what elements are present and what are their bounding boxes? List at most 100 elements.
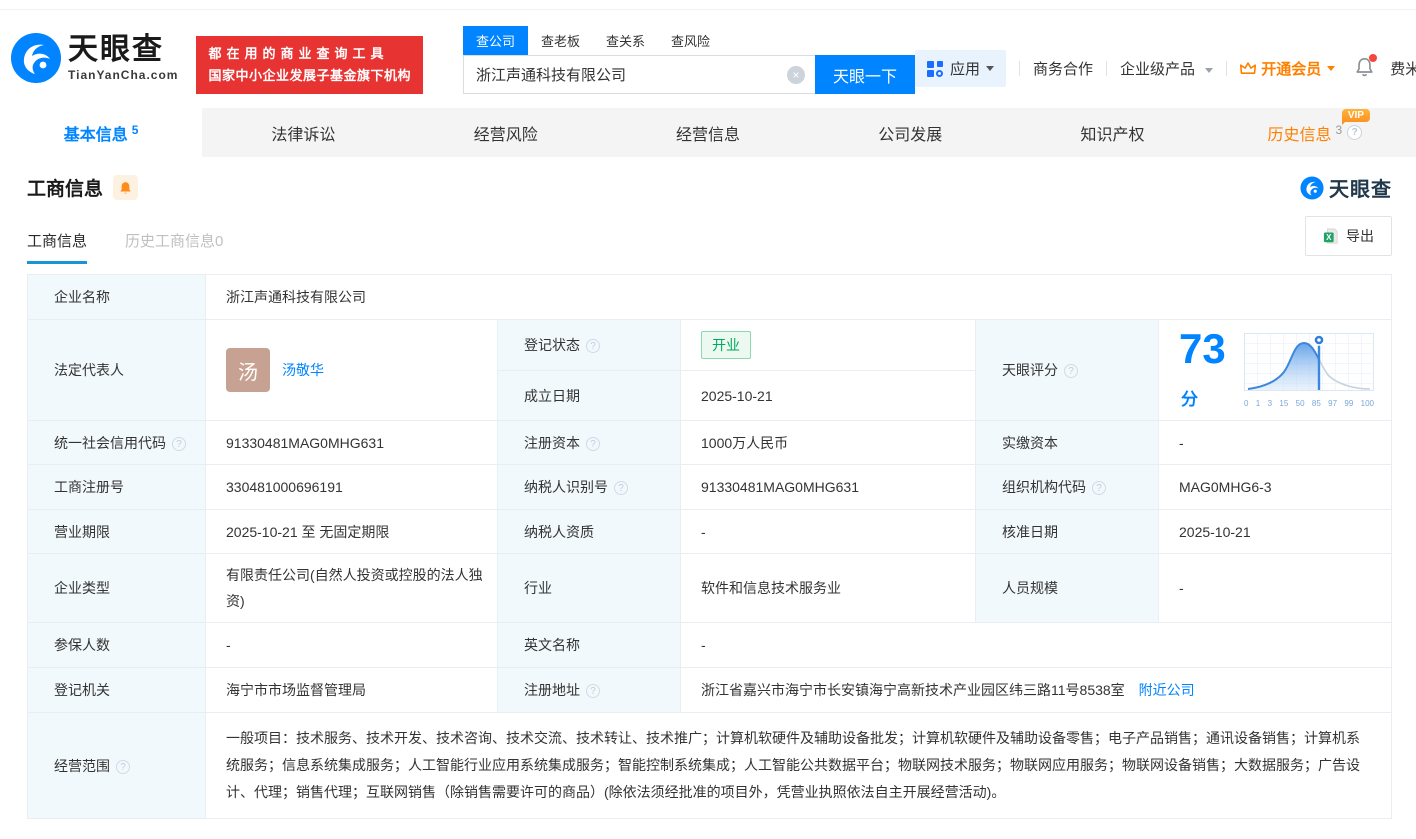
bell-icon	[119, 181, 132, 195]
help-icon[interactable]: ?	[614, 481, 628, 495]
subtab-business-info[interactable]: 工商信息	[27, 230, 87, 264]
tab-company-development[interactable]: 公司发展	[809, 108, 1011, 157]
field-label-text: 注册资本	[524, 435, 580, 451]
svg-text:X: X	[1326, 233, 1332, 242]
field-label-taxpayer-id: 纳税人识别号?	[498, 465, 681, 510]
field-label-text: 注册地址	[524, 682, 580, 698]
tianyancha-logo-icon	[1300, 176, 1324, 200]
score-value: 73	[1179, 325, 1226, 372]
field-value-reg-status: 开业	[681, 320, 976, 371]
vip-label: 开通会员	[1261, 58, 1321, 79]
vip-badge: VIP	[1342, 109, 1370, 122]
table-row: 登记机关 海宁市市场监督管理局 注册地址? 浙江省嘉兴市海宁市长安镇海宁高新技术…	[28, 668, 1392, 713]
field-value-business-term: 2025-10-21 至 无固定期限	[206, 510, 498, 554]
score-chart-ticks: 0131550859799100	[1243, 398, 1375, 408]
help-icon[interactable]: ?	[586, 437, 600, 451]
field-label-reg-authority: 登记机关	[28, 668, 206, 713]
search-button[interactable]: 天眼一下	[815, 55, 915, 94]
field-label-staff-size: 人员规模	[976, 554, 1159, 623]
page-header: 天眼查 TianYanCha.com 都在用的商业查询工具 国家中小企业发展子基…	[0, 9, 1416, 100]
search-input[interactable]	[464, 56, 815, 93]
field-value-establish-date: 2025-10-21	[681, 371, 976, 421]
tianyancha-logo[interactable]: 天眼查 TianYanCha.com	[10, 32, 178, 84]
tab-operating-info[interactable]: 经营信息	[607, 108, 809, 157]
search-tab-boss[interactable]: 查老板	[528, 26, 593, 55]
status-badge: 开业	[701, 331, 751, 359]
search-tab-company[interactable]: 查公司	[463, 26, 528, 55]
reg-address-text: 浙江省嘉兴市海宁市长安镇海宁高新技术产业园区纬三路11号8538室	[701, 682, 1125, 698]
field-value-company-type: 有限责任公司(自然人投资或控股的法人独资)	[206, 554, 498, 623]
notification-dot	[1369, 54, 1377, 62]
apps-menu-button[interactable]: 应用	[915, 50, 1006, 87]
menu-divider	[1019, 61, 1020, 76]
field-value-staff-size: -	[1159, 554, 1392, 623]
tab-intellectual-property[interactable]: 知识产权	[1011, 108, 1213, 157]
menu-item-cooperation[interactable]: 商务合作	[1033, 58, 1093, 79]
field-label-insured-count: 参保人数	[28, 623, 206, 668]
field-label-english-name: 英文名称	[498, 623, 681, 668]
export-button[interactable]: X 导出	[1305, 216, 1392, 256]
field-label-text: 天眼评分	[1002, 362, 1058, 378]
tab-operating-risk[interactable]: 经营风险	[405, 108, 607, 157]
score-distribution-chart: 0131550859799100	[1243, 333, 1375, 408]
field-label-business-scope: 经营范围?	[28, 713, 206, 819]
username: 费米	[1390, 58, 1416, 79]
company-nav-tabs: 基本信息 5 法律诉讼 经营风险 经营信息 公司发展 知识产权 VIP 历史信息…	[0, 108, 1416, 157]
excel-icon: X	[1323, 228, 1339, 244]
field-value-reg-capital: 1000万人民币	[681, 421, 976, 465]
crown-icon	[1240, 62, 1256, 75]
table-row: 统一社会信用代码? 91330481MAG0MHG631 注册资本? 1000万…	[28, 421, 1392, 465]
field-label-text: 统一社会信用代码	[54, 435, 166, 451]
field-value-industry: 软件和信息技术服务业	[681, 554, 976, 623]
caret-down-icon	[1205, 68, 1213, 73]
subtab-history-business-info[interactable]: 历史工商信息0	[125, 230, 223, 264]
help-icon[interactable]: ?	[586, 339, 600, 353]
field-value-english-name: -	[681, 623, 1392, 668]
search-tab-relation[interactable]: 查关系	[593, 26, 658, 55]
vip-membership-button[interactable]: 开通会员	[1240, 58, 1335, 79]
enterprise-label: 企业级产品	[1120, 61, 1195, 78]
field-label-text: 经营范围	[54, 758, 110, 774]
notifications-button[interactable]	[1355, 57, 1374, 81]
help-icon[interactable]: ?	[586, 684, 600, 698]
table-row: 营业期限 2025-10-21 至 无固定期限 纳税人资质 - 核准日期 202…	[28, 510, 1392, 554]
business-info-table: 企业名称 浙江声通科技有限公司 法定代表人 汤 汤敬华 登记状态? 开业 天眼评…	[27, 274, 1392, 819]
caret-down-icon	[1327, 66, 1335, 71]
search-input-wrap: ×	[463, 55, 815, 94]
field-value-business-scope: 一般项目：技术服务、技术开发、技术咨询、技术交流、技术转让、技术推广；计算机软硬…	[206, 713, 1392, 819]
help-icon[interactable]: ?	[1064, 364, 1078, 378]
nearby-companies-link[interactable]: 附近公司	[1139, 682, 1195, 698]
field-label-text: 登记状态	[524, 337, 580, 353]
tab-label: 历史信息	[1267, 121, 1331, 145]
tab-basic-info[interactable]: 基本信息 5	[0, 108, 202, 157]
help-icon[interactable]: ?	[1347, 125, 1362, 140]
field-label-text: 组织机构代码	[1002, 479, 1086, 495]
search-tab-risk[interactable]: 查风险	[658, 26, 723, 55]
field-value-paid-capital: -	[1159, 421, 1392, 465]
subscribe-bell-button[interactable]	[113, 175, 138, 200]
field-label-company-type: 企业类型	[28, 554, 206, 623]
watermark-logo: 天眼查	[1300, 173, 1392, 202]
score-number: 73分	[1179, 328, 1227, 412]
logo-text: 天眼查 TianYanCha.com	[68, 34, 178, 82]
field-label-reg-status: 登记状态?	[498, 320, 681, 371]
help-icon[interactable]: ?	[172, 437, 186, 451]
tab-legal-litigation[interactable]: 法律诉讼	[202, 108, 404, 157]
help-icon[interactable]: ?	[116, 760, 130, 774]
user-menu[interactable]: 费米	[1390, 58, 1416, 79]
export-label: 导出	[1346, 226, 1374, 246]
table-row: 企业名称 浙江声通科技有限公司	[28, 275, 1392, 320]
field-value-reg-number: 330481000696191	[206, 465, 498, 510]
field-label-org-code: 组织机构代码?	[976, 465, 1159, 510]
help-icon[interactable]: ?	[1092, 481, 1106, 495]
clear-icon[interactable]: ×	[787, 66, 805, 84]
field-value-company-name: 浙江声通科技有限公司	[206, 275, 1392, 320]
tab-label: 法律诉讼	[271, 121, 335, 145]
menu-item-enterprise[interactable]: 企业级产品	[1120, 58, 1213, 79]
legal-rep-link[interactable]: 汤敬华	[282, 360, 324, 380]
tab-label: 基本信息	[64, 121, 128, 145]
legal-rep-avatar[interactable]: 汤	[226, 348, 270, 392]
tab-label: 经营风险	[474, 121, 538, 145]
tab-history-info[interactable]: VIP 历史信息 3 ?	[1214, 108, 1416, 157]
search-area: 查公司 查老板 查关系 查风险 × 天眼一下	[463, 26, 915, 94]
